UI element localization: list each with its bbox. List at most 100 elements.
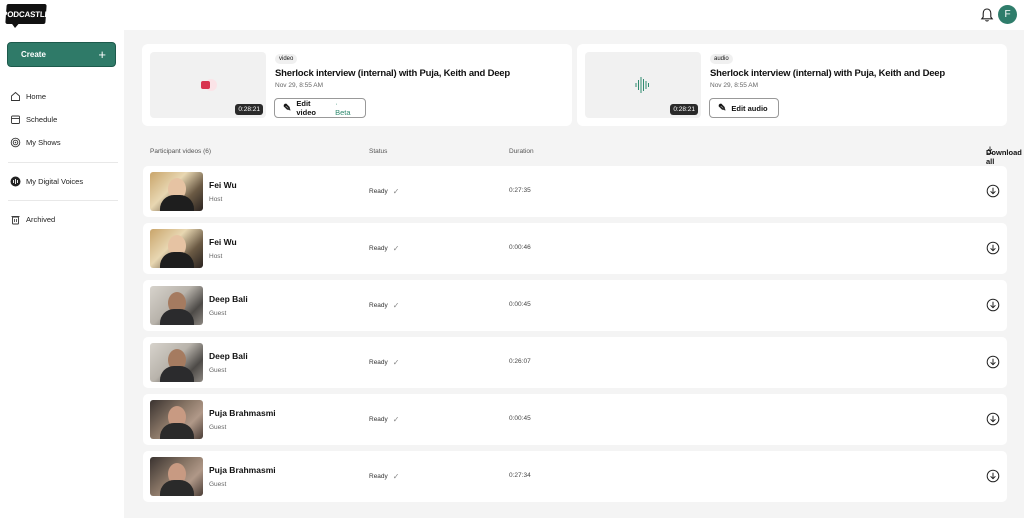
participant-role: Host xyxy=(209,196,223,203)
status-cell: Ready ✓ xyxy=(369,301,400,310)
participant-thumbnail[interactable] xyxy=(150,343,203,382)
status-text: Ready xyxy=(369,302,388,309)
participant-role: Guest xyxy=(209,367,227,374)
participant-name: Puja Brahmasmi xyxy=(209,408,276,418)
user-avatar[interactable]: F xyxy=(998,5,1017,24)
table-row: Deep Bali Guest Ready ✓ 0:00:45 xyxy=(143,280,1007,331)
sidebar-item-my-digital-voices[interactable]: My Digital Voices xyxy=(9,174,83,188)
sidebar: Create + Home Schedule My Shows My Digit… xyxy=(0,30,124,518)
edit-video-label: Edit video xyxy=(296,99,316,117)
pencil-icon: ✎ xyxy=(718,102,727,114)
participants-header: Participant videos (6) Status Duration D… xyxy=(150,146,1022,166)
participant-role: Guest xyxy=(209,481,227,488)
sidebar-item-schedule[interactable]: Schedule xyxy=(9,112,57,126)
status-cell: Ready ✓ xyxy=(369,472,400,481)
status-text: Ready xyxy=(369,188,388,195)
duration-cell: 0:27:34 xyxy=(509,472,531,479)
status-cell: Ready ✓ xyxy=(369,358,400,367)
media-type-badge: video xyxy=(275,54,298,64)
check-icon: ✓ xyxy=(392,244,400,253)
sidebar-item-archived[interactable]: Archived xyxy=(9,212,55,226)
recording-title: Sherlock interview (internal) with Puja,… xyxy=(275,68,510,79)
table-row: Puja Brahmasmi Guest Ready ✓ 0:00:45 xyxy=(143,394,1007,445)
plus-icon: + xyxy=(98,47,106,62)
sidebar-divider xyxy=(8,200,118,201)
edit-audio-button[interactable]: ✎ Edit audio xyxy=(709,98,779,118)
sidebar-item-my-shows[interactable]: My Shows xyxy=(9,135,61,149)
create-button-label: Create xyxy=(21,50,46,59)
download-icon[interactable] xyxy=(986,355,1000,369)
calendar-icon xyxy=(9,113,21,125)
sidebar-item-label: Home xyxy=(26,91,47,101)
participant-thumbnail[interactable] xyxy=(150,172,203,211)
sidebar-item-label: Archived xyxy=(26,214,56,224)
recording-date: Nov 29, 8:55 AM xyxy=(710,82,759,89)
col-duration: Duration xyxy=(509,148,534,155)
beta-label: · Beta xyxy=(335,99,351,117)
download-icon[interactable] xyxy=(986,241,1000,255)
download-icon[interactable] xyxy=(986,469,1000,483)
status-cell: Ready ✓ xyxy=(369,244,400,253)
video-thumbnail[interactable]: 0:28:21 xyxy=(150,52,266,118)
bell-icon[interactable] xyxy=(980,7,994,23)
edit-video-button[interactable]: ✎ Edit video · Beta xyxy=(274,98,366,118)
download-icon[interactable] xyxy=(986,412,1000,426)
participant-thumbnail[interactable] xyxy=(150,229,203,268)
participant-role: Host xyxy=(209,253,223,260)
status-text: Ready xyxy=(369,416,388,423)
participant-thumbnail[interactable] xyxy=(150,400,203,439)
sidebar-item-label: My Digital Voices xyxy=(26,176,84,186)
col-status: Status xyxy=(369,148,388,155)
status-text: Ready xyxy=(369,473,388,480)
duration-badge: 0:28:21 xyxy=(670,104,698,115)
participant-name: Deep Bali xyxy=(209,294,248,304)
record-icon xyxy=(201,79,217,91)
create-button[interactable]: Create + xyxy=(7,42,116,67)
col-participants: Participant videos (6) xyxy=(150,148,212,155)
duration-badge: 0:28:21 xyxy=(235,104,263,115)
recording-title: Sherlock interview (internal) with Puja,… xyxy=(710,68,945,79)
check-icon: ✓ xyxy=(392,472,400,481)
voice-icon xyxy=(9,175,21,187)
participant-name: Fei Wu xyxy=(209,237,237,247)
table-row: Deep Bali Guest Ready ✓ 0:26:07 xyxy=(143,337,1007,388)
participant-name: Puja Brahmasmi xyxy=(209,465,276,475)
podcast-icon xyxy=(9,136,21,148)
participant-thumbnail[interactable] xyxy=(150,457,203,496)
pencil-icon: ✎ xyxy=(283,102,292,114)
top-bar: PODCASTLE F xyxy=(0,0,1024,30)
audio-thumbnail[interactable]: 0:28:21 xyxy=(585,52,701,118)
status-cell: Ready ✓ xyxy=(369,187,400,196)
edit-audio-label: Edit audio xyxy=(731,103,768,113)
sidebar-item-home[interactable]: Home xyxy=(9,89,46,103)
participant-name: Fei Wu xyxy=(209,180,237,190)
check-icon: ✓ xyxy=(392,415,400,424)
duration-cell: 0:27:35 xyxy=(509,187,531,194)
check-icon: ✓ xyxy=(392,301,400,310)
table-row: Fei Wu Host Ready ✓ 0:00:46 xyxy=(143,223,1007,274)
recording-date: Nov 29, 8:55 AM xyxy=(275,82,324,89)
duration-cell: 0:00:45 xyxy=(509,415,531,422)
podcastle-logo[interactable]: PODCASTLE xyxy=(2,4,50,24)
participant-thumbnail[interactable] xyxy=(150,286,203,325)
download-icon[interactable] xyxy=(986,184,1000,198)
download-all-button[interactable]: Download all xyxy=(986,146,1022,166)
status-text: Ready xyxy=(369,359,388,366)
video-card: 0:28:21 video Sherlock interview (intern… xyxy=(142,44,572,126)
table-row: Puja Brahmasmi Guest Ready ✓ 0:27:34 xyxy=(143,451,1007,502)
status-text: Ready xyxy=(369,245,388,252)
download-icon[interactable] xyxy=(986,298,1000,312)
trash-icon xyxy=(9,213,21,225)
duration-cell: 0:00:46 xyxy=(509,244,531,251)
sidebar-item-label: My Shows xyxy=(26,137,61,147)
audio-card: 0:28:21 audio Sherlock interview (intern… xyxy=(577,44,1007,126)
status-cell: Ready ✓ xyxy=(369,415,400,424)
table-row: Fei Wu Host Ready ✓ 0:27:35 xyxy=(143,166,1007,217)
sidebar-item-label: Schedule xyxy=(26,114,58,124)
home-icon xyxy=(9,90,21,102)
participant-role: Guest xyxy=(209,424,227,431)
download-all-label: Download all xyxy=(986,148,1022,166)
check-icon: ✓ xyxy=(392,358,400,367)
participant-name: Deep Bali xyxy=(209,351,248,361)
duration-cell: 0:00:45 xyxy=(509,301,531,308)
